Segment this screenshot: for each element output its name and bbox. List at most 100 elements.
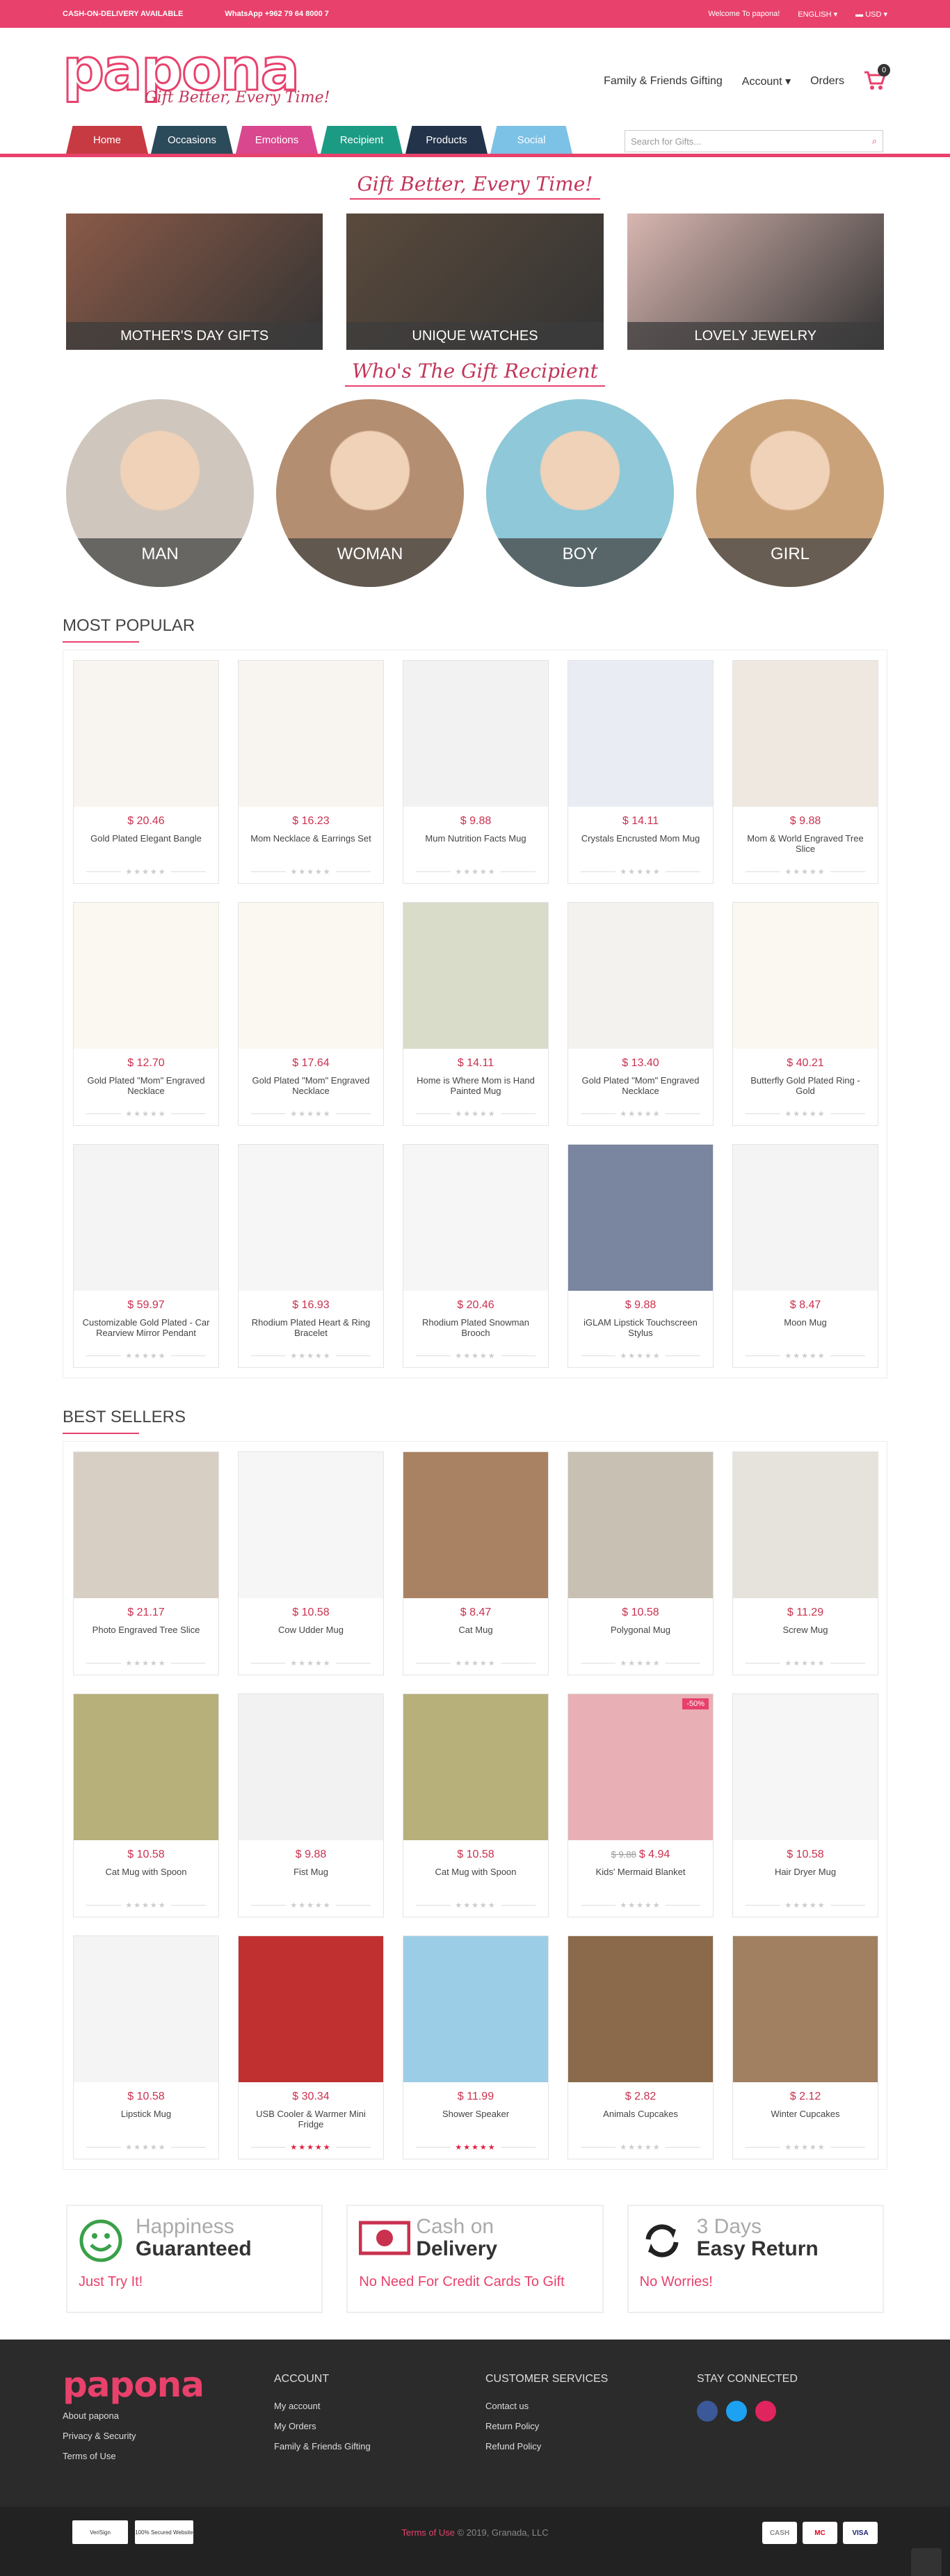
tab-products[interactable]: Products xyxy=(405,126,488,154)
product-image[interactable] xyxy=(403,903,548,1049)
product-card[interactable]: $ 20.46 Rhodium Plated Snowman Brooch ★★★★… xyxy=(403,1144,549,1368)
product-name[interactable]: Rhodium Plated Snowman Brooch xyxy=(410,1317,541,1338)
product-image[interactable] xyxy=(568,1936,713,2082)
product-image[interactable] xyxy=(403,1452,548,1598)
product-card[interactable]: $ 8.47 Cat Mug ★★★★★ xyxy=(403,1451,549,1675)
product-image[interactable] xyxy=(733,1936,878,2082)
tab-emotions[interactable]: Emotions xyxy=(236,126,318,154)
product-image[interactable] xyxy=(568,903,713,1049)
product-card[interactable]: -50% $ 9.88 $ 4.94 Kids' Mermaid Blanket ★★★… xyxy=(567,1693,714,1917)
product-card[interactable]: $ 10.58 Polygonal Mug ★★★★★ xyxy=(567,1451,714,1675)
product-name[interactable]: Gold Plated "Mom" Engraved Necklace xyxy=(575,1075,706,1096)
tab-social[interactable]: Social xyxy=(490,126,572,154)
tab-recipient[interactable]: Recipient xyxy=(321,126,403,154)
promo-banner[interactable]: MOTHER'S DAY GIFTS xyxy=(66,214,323,350)
product-card[interactable]: $ 20.46 Gold Plated Elegant Bangle ★★★★★ xyxy=(73,660,219,884)
product-image[interactable] xyxy=(733,661,878,807)
product-name[interactable]: Crystals Encrusted Mom Mug xyxy=(575,833,706,854)
product-name[interactable]: Gold Plated "Mom" Engraved Necklace xyxy=(245,1075,376,1096)
product-image[interactable] xyxy=(733,1452,878,1598)
product-image[interactable] xyxy=(239,903,383,1049)
product-name[interactable]: Moon Mug xyxy=(740,1317,871,1338)
product-image[interactable] xyxy=(74,1452,218,1598)
product-name[interactable]: Gold Plated Elegant Bangle xyxy=(81,833,211,854)
footer-link-about[interactable]: About papona xyxy=(63,2410,204,2421)
product-image[interactable] xyxy=(403,1936,548,2082)
product-image[interactable] xyxy=(74,661,218,807)
product-name[interactable]: Mom & World Engraved Tree Slice xyxy=(740,833,871,854)
product-image[interactable]: -50% xyxy=(568,1694,713,1840)
product-name[interactable]: iGLAM Lipstick Touchscreen Stylus xyxy=(575,1317,706,1338)
product-image[interactable] xyxy=(239,1936,383,2082)
product-name[interactable]: Customizable Gold Plated - Car Rearview … xyxy=(81,1317,211,1338)
product-card[interactable]: $ 16.23 Mom Necklace & Earrings Set ★★★★★ xyxy=(238,660,384,884)
product-card[interactable]: $ 11.99 Shower Speaker ★★★★★ xyxy=(403,1935,549,2159)
product-card[interactable]: $ 13.40 Gold Plated "Mom" Engraved Neckla… xyxy=(567,902,714,1126)
product-name[interactable]: Cow Udder Mug xyxy=(245,1625,376,1645)
terms-link[interactable]: Terms of Use xyxy=(401,2527,455,2538)
product-image[interactable] xyxy=(568,1452,713,1598)
recipient-girl[interactable]: GIRL xyxy=(696,399,884,587)
product-name[interactable]: Fist Mug xyxy=(245,1867,376,1887)
twitter-icon[interactable] xyxy=(726,2401,747,2422)
product-card[interactable]: $ 12.70 Gold Plated "Mom" Engraved Neckla… xyxy=(73,902,219,1126)
product-card[interactable]: $ 9.88 Mum Nutrition Facts Mug ★★★★★ xyxy=(403,660,549,884)
footer-link-terms[interactable]: Terms of Use xyxy=(63,2451,204,2461)
language-select[interactable]: ENGLISH ▾ xyxy=(798,10,837,19)
tab-occasions[interactable]: Occasions xyxy=(151,126,233,154)
product-card[interactable]: $ 11.29 Screw Mug ★★★★★ xyxy=(732,1451,878,1675)
product-image[interactable] xyxy=(74,903,218,1049)
product-image[interactable] xyxy=(74,1694,218,1840)
product-card[interactable]: $ 40.21 Butterfly Gold Plated Ring - Gold… xyxy=(732,902,878,1126)
product-image[interactable] xyxy=(239,661,383,807)
product-name[interactable]: Cat Mug with Spoon xyxy=(410,1867,541,1887)
product-name[interactable]: Lipstick Mug xyxy=(81,2109,211,2130)
product-card[interactable]: $ 9.88 Fist Mug ★★★★★ xyxy=(238,1693,384,1917)
product-card[interactable]: $ 59.97 Customizable Gold Plated - Car Re… xyxy=(73,1144,219,1368)
nav-orders[interactable]: Orders xyxy=(810,75,844,88)
product-image[interactable] xyxy=(403,1694,548,1840)
product-card[interactable]: $ 14.11 Crystals Encrusted Mom Mug ★★★★★ xyxy=(567,660,714,884)
product-name[interactable]: Photo Engraved Tree Slice xyxy=(81,1625,211,1645)
product-name[interactable]: Screw Mug xyxy=(740,1625,871,1645)
product-name[interactable]: Cat Mug xyxy=(410,1625,541,1645)
footer-logo[interactable]: papona xyxy=(63,2367,204,2402)
product-card[interactable]: $ 17.64 Gold Plated "Mom" Engraved Neckla… xyxy=(238,902,384,1126)
product-image[interactable] xyxy=(74,1936,218,2082)
product-image[interactable] xyxy=(403,1145,548,1291)
promo-banner[interactable]: LOVELY JEWELRY xyxy=(627,214,884,350)
tab-home[interactable]: Home xyxy=(66,126,148,154)
footer-link-return[interactable]: Return Policy xyxy=(485,2421,608,2431)
product-name[interactable]: Rhodium Plated Heart & Ring Bracelet xyxy=(245,1317,376,1338)
product-name[interactable]: Mom Necklace & Earrings Set xyxy=(245,833,376,854)
product-name[interactable]: Winter Cupcakes xyxy=(740,2109,871,2130)
product-image[interactable] xyxy=(239,1145,383,1291)
facebook-icon[interactable] xyxy=(697,2401,718,2422)
recipient-boy[interactable]: BOY xyxy=(486,399,674,587)
product-name[interactable]: Mum Nutrition Facts Mug xyxy=(410,833,541,854)
product-card[interactable]: $ 9.88 iGLAM Lipstick Touchscreen Stylus ★… xyxy=(567,1144,714,1368)
search-input[interactable]: Search for Gifts... xyxy=(631,136,701,147)
nav-family-gifting[interactable]: Family & Friends Gifting xyxy=(604,75,723,88)
currency-select[interactable]: ▬ USD ▾ xyxy=(855,10,887,19)
product-name[interactable]: Gold Plated "Mom" Engraved Necklace xyxy=(81,1075,211,1096)
product-name[interactable]: Kids' Mermaid Blanket xyxy=(575,1867,706,1887)
product-image[interactable] xyxy=(733,903,878,1049)
product-card[interactable]: $ 2.12 Winter Cupcakes ★★★★★ xyxy=(732,1935,878,2159)
product-card[interactable]: $ 10.58 Cat Mug with Spoon ★★★★★ xyxy=(73,1693,219,1917)
product-image[interactable] xyxy=(403,661,548,807)
product-card[interactable]: $ 10.58 Cat Mug with Spoon ★★★★★ xyxy=(403,1693,549,1917)
product-name[interactable]: Shower Speaker xyxy=(410,2109,541,2130)
whatsapp-number[interactable]: WhatsApp +962 79 64 8000 7 xyxy=(225,10,329,18)
recipient-man[interactable]: MAN xyxy=(66,399,254,587)
product-card[interactable]: $ 16.93 Rhodium Plated Heart & Ring Brace… xyxy=(238,1144,384,1368)
footer-link-my-account[interactable]: My account xyxy=(274,2401,371,2411)
logo[interactable]: papona Gift Better, Every Time! xyxy=(61,40,330,107)
product-card[interactable]: $ 8.47 Moon Mug ★★★★★ xyxy=(732,1144,878,1368)
product-name[interactable]: Animals Cupcakes xyxy=(575,2109,706,2130)
product-image[interactable] xyxy=(733,1694,878,1840)
product-image[interactable] xyxy=(568,661,713,807)
promo-banner[interactable]: UNIQUE WATCHES xyxy=(346,214,604,350)
product-name[interactable]: USB Cooler & Warmer Mini Fridge xyxy=(245,2109,376,2130)
back-to-top-button[interactable] xyxy=(911,2548,942,2576)
